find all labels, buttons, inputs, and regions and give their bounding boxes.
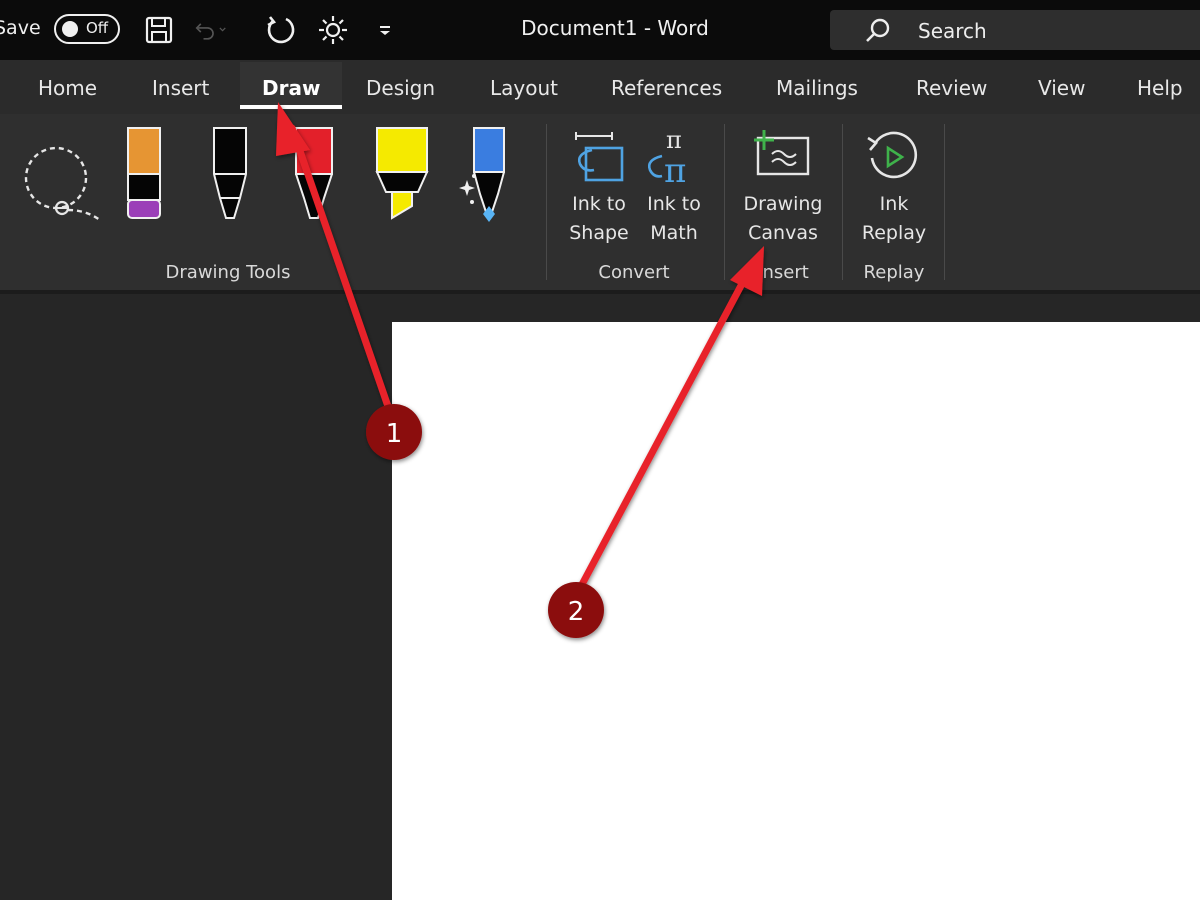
tutorial-annotations: 1 2 [276, 102, 764, 638]
badge-number-1: 1 [386, 419, 403, 449]
annotation-arrow-2 [574, 246, 764, 596]
annotation-arrow-1 [276, 102, 396, 422]
annotation-badge-2: 2 [548, 582, 604, 638]
annotation-badge-1: 1 [366, 404, 422, 460]
badge-number-2: 2 [568, 597, 585, 627]
